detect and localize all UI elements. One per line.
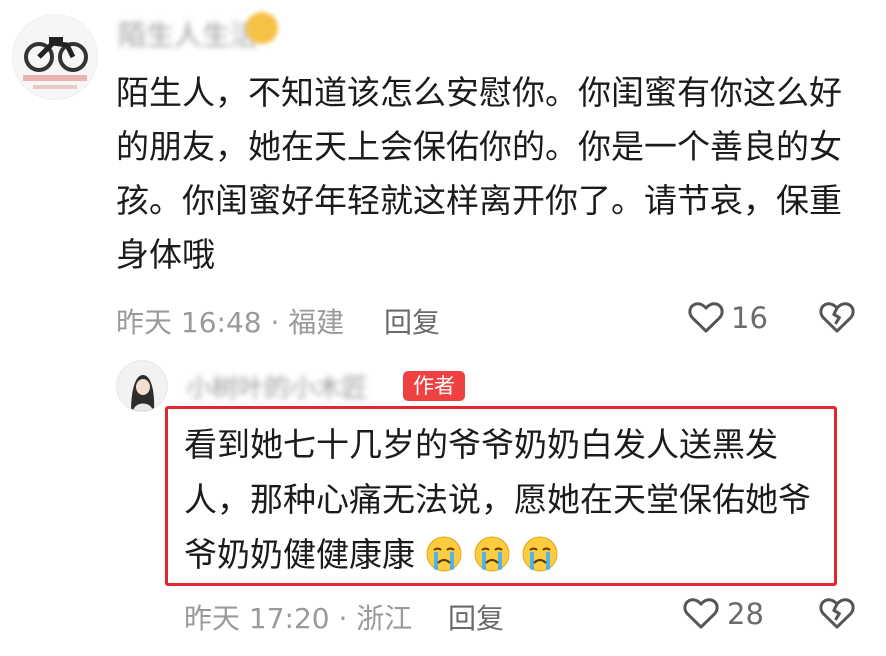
comment-text: 看到她七十几岁的爷爷奶奶白发人送黑发人，那种心痛无法说，愿她在天堂保佑她爷爷奶奶…: [184, 417, 834, 582]
blurred-emoji-icon: [246, 12, 278, 44]
crying-face-icon: [426, 533, 462, 572]
crying-face-icon: [474, 533, 510, 572]
like-icon[interactable]: [687, 298, 725, 338]
like-count: 28: [727, 597, 764, 631]
dislike-icon[interactable]: [818, 594, 856, 634]
like-count: 16: [731, 301, 768, 335]
comment-meta: 昨天 17:20 · 浙江: [184, 602, 413, 635]
comment-text: 陌生人，不知道该怎么安慰你。你闺蜜有你这么好的朋友，她在天上会保佑你的。你是一个…: [116, 73, 842, 274]
like-icon[interactable]: [682, 594, 720, 634]
author-badge: 作者: [403, 371, 465, 401]
username[interactable]: 小树叶的小木匠: [186, 368, 368, 405]
crying-face-icon: [522, 533, 558, 572]
reply-button[interactable]: 回复: [384, 301, 440, 341]
reply-button[interactable]: 回复: [448, 597, 504, 637]
comment-meta: 昨天 16:48 · 福建: [116, 306, 345, 339]
dislike-icon[interactable]: [818, 298, 856, 338]
avatar[interactable]: [116, 360, 168, 412]
username[interactable]: 陌生人生活: [118, 14, 258, 54]
avatar[interactable]: [12, 14, 98, 100]
